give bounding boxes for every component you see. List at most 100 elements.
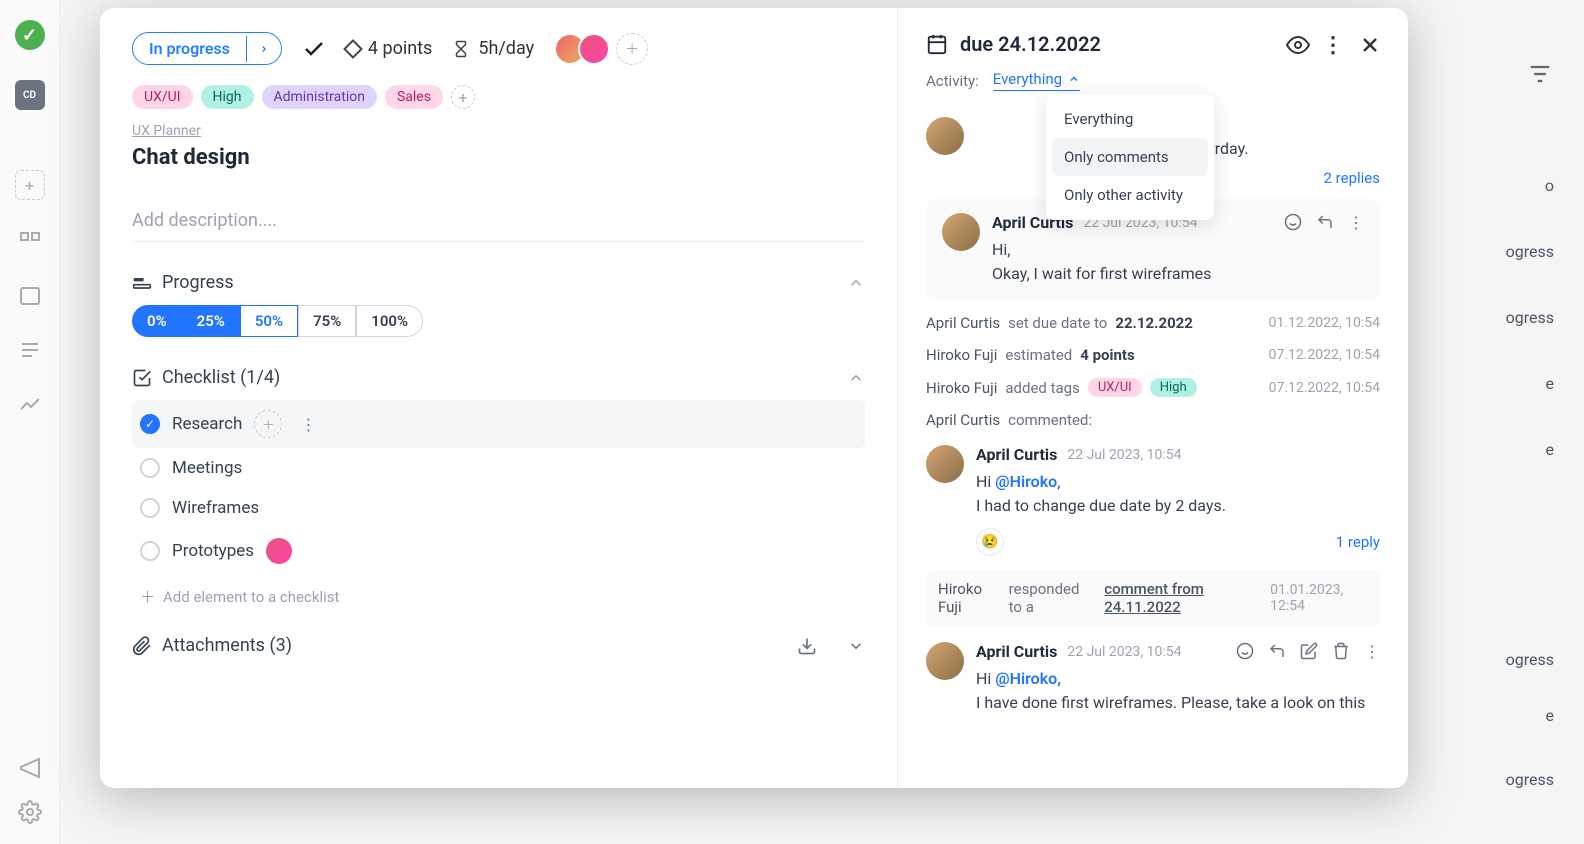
settings-icon[interactable]	[18, 800, 42, 824]
add-assignee-button[interactable]: ＋	[616, 33, 648, 65]
replies-link[interactable]: 1 reply	[1336, 533, 1380, 551]
app-logo[interactable]: ✓	[15, 20, 45, 50]
tag-admin[interactable]: Administration	[262, 85, 377, 109]
checklist-icon	[132, 368, 152, 388]
emoji-icon[interactable]	[1236, 642, 1254, 661]
edit-icon[interactable]	[1300, 642, 1318, 661]
add-checklist-item[interactable]: ＋ Add element to a checklist	[132, 578, 865, 615]
progress-icon	[132, 273, 152, 293]
progress-100[interactable]: 100%	[356, 305, 423, 337]
assign-button[interactable]: ＋	[254, 410, 282, 438]
due-date[interactable]: due 24.12.2022	[926, 32, 1272, 56]
close-icon[interactable]	[1358, 33, 1380, 55]
nav-icon-1[interactable]	[18, 230, 42, 254]
chevron-right-icon[interactable]	[246, 36, 281, 62]
reply-icon[interactable]	[1268, 642, 1286, 661]
nav-icon-4[interactable]	[18, 392, 42, 416]
comment: April Curtis 22 Jul 2023, 10:54 ⋮ Hi, Ok…	[942, 213, 1364, 286]
points-meta[interactable]: 4 points	[346, 38, 432, 59]
watch-icon[interactable]	[1286, 33, 1308, 55]
description-input[interactable]: Add description....	[132, 210, 865, 242]
mention[interactable]: @Hiroko	[995, 472, 1057, 491]
filter-option-everything[interactable]: Everything	[1052, 100, 1208, 138]
add-tag-button[interactable]: +	[451, 85, 475, 109]
progress-0[interactable]: 0%	[132, 305, 182, 337]
checklist-item[interactable]: Prototypes	[132, 528, 865, 574]
nav-icon-2[interactable]	[18, 284, 42, 308]
emoji-icon[interactable]	[1284, 213, 1302, 232]
more-icon[interactable]: ⋮	[1348, 213, 1364, 232]
avatar[interactable]	[266, 538, 292, 564]
checkbox-checked-icon[interactable]: ✓	[140, 414, 160, 434]
assignees[interactable]: ＋	[554, 33, 648, 65]
log-actor: Hiroko Fuji	[926, 346, 997, 364]
log-actor: Hiroko Fuji	[938, 580, 1001, 616]
delete-icon[interactable]	[1332, 642, 1350, 661]
chevron-down-icon[interactable]	[847, 637, 865, 655]
reply-icon[interactable]	[1316, 213, 1334, 232]
activity-filter-dropdown: Everything Only comments Only other acti…	[1046, 94, 1214, 220]
comment: April Curtis 22 Jul 2023, 10:54 ⋮ Hi @Hi…	[926, 642, 1380, 715]
progress-segments[interactable]: 0% 25% 50% 75% 100%	[132, 305, 865, 337]
tags-row: UX/UI High Administration Sales +	[132, 85, 865, 109]
tag-sales[interactable]: Sales	[385, 85, 443, 109]
log-value: 4 points	[1080, 346, 1134, 364]
more-icon[interactable]: ⋮	[300, 415, 315, 434]
comment-text: ,	[1057, 472, 1060, 491]
task-modal: In progress 4 points 5h/day ＋ UX/UI High…	[100, 8, 1408, 788]
avatar[interactable]	[926, 117, 964, 155]
avatar[interactable]	[926, 445, 964, 483]
checklist-label: Checklist (1/4)	[162, 367, 837, 388]
checklist-item[interactable]: Meetings	[132, 448, 865, 488]
task-details-panel: In progress 4 points 5h/day ＋ UX/UI High…	[100, 8, 898, 788]
log-actor: Hiroko Fuji	[926, 379, 997, 397]
nav-icon-3[interactable]	[18, 338, 42, 362]
complete-icon[interactable]	[302, 37, 326, 61]
avatar[interactable]	[926, 642, 964, 680]
reaction[interactable]: 😢	[976, 528, 1004, 556]
comment: April Curtis 22 Jul 2023, 10:54 Hi @Hiro…	[926, 445, 1380, 556]
log-timestamp: 07.12.2022, 10:54	[1269, 347, 1380, 363]
activity-filter-selector[interactable]: Everything	[993, 70, 1080, 91]
status-selector[interactable]: In progress	[132, 32, 282, 65]
checkbox-icon[interactable]	[140, 458, 160, 478]
download-icon[interactable]	[797, 636, 817, 656]
filter-option-other[interactable]: Only other activity	[1052, 176, 1208, 214]
progress-25[interactable]: 25%	[182, 305, 240, 337]
calendar-icon	[926, 33, 948, 55]
add-workspace-button[interactable]: +	[15, 170, 45, 200]
log-timestamp: 01.12.2022, 10:54	[1269, 315, 1380, 331]
avatar[interactable]	[942, 213, 980, 251]
checkbox-icon[interactable]	[140, 498, 160, 518]
activity-filter-value: Everything	[993, 70, 1062, 88]
task-title[interactable]: Chat design	[132, 145, 865, 170]
checkbox-icon[interactable]	[140, 541, 160, 561]
mention[interactable]: @Hiroko,	[995, 669, 1061, 688]
bg-text: ogress	[1506, 770, 1554, 789]
progress-label: Progress	[162, 272, 837, 293]
avatar[interactable]	[578, 33, 610, 65]
hourglass-icon	[452, 38, 470, 60]
bg-text: o	[1545, 176, 1554, 195]
diamond-icon	[343, 39, 363, 59]
chevron-up-icon[interactable]	[847, 274, 865, 292]
tag-high[interactable]: High	[201, 85, 254, 109]
filter-option-comments[interactable]: Only comments	[1052, 138, 1208, 176]
progress-75[interactable]: 75%	[298, 305, 356, 337]
activity-log: April Curtis set due date to 22.12.2022 …	[926, 314, 1380, 332]
checklist-item-label: Prototypes	[172, 541, 254, 561]
time-meta[interactable]: 5h/day	[452, 38, 534, 60]
filter-icon[interactable]	[1526, 60, 1554, 88]
breadcrumb[interactable]: UX Planner	[132, 123, 201, 139]
checklist-item[interactable]: Wireframes	[132, 488, 865, 528]
checklist-item[interactable]: ✓ Research ＋ ⋮	[132, 400, 865, 448]
more-icon[interactable]: ⋮	[1322, 33, 1344, 55]
progress-50[interactable]: 50%	[240, 305, 298, 337]
attachment-icon	[132, 636, 152, 656]
announce-icon[interactable]	[18, 756, 42, 780]
chevron-up-icon[interactable]	[847, 369, 865, 387]
more-icon[interactable]: ⋮	[1364, 642, 1380, 661]
tag-ux[interactable]: UX/UI	[132, 85, 193, 109]
log-link[interactable]: comment from 24.11.2022	[1104, 580, 1262, 616]
workspace-badge[interactable]: CD	[15, 80, 45, 110]
